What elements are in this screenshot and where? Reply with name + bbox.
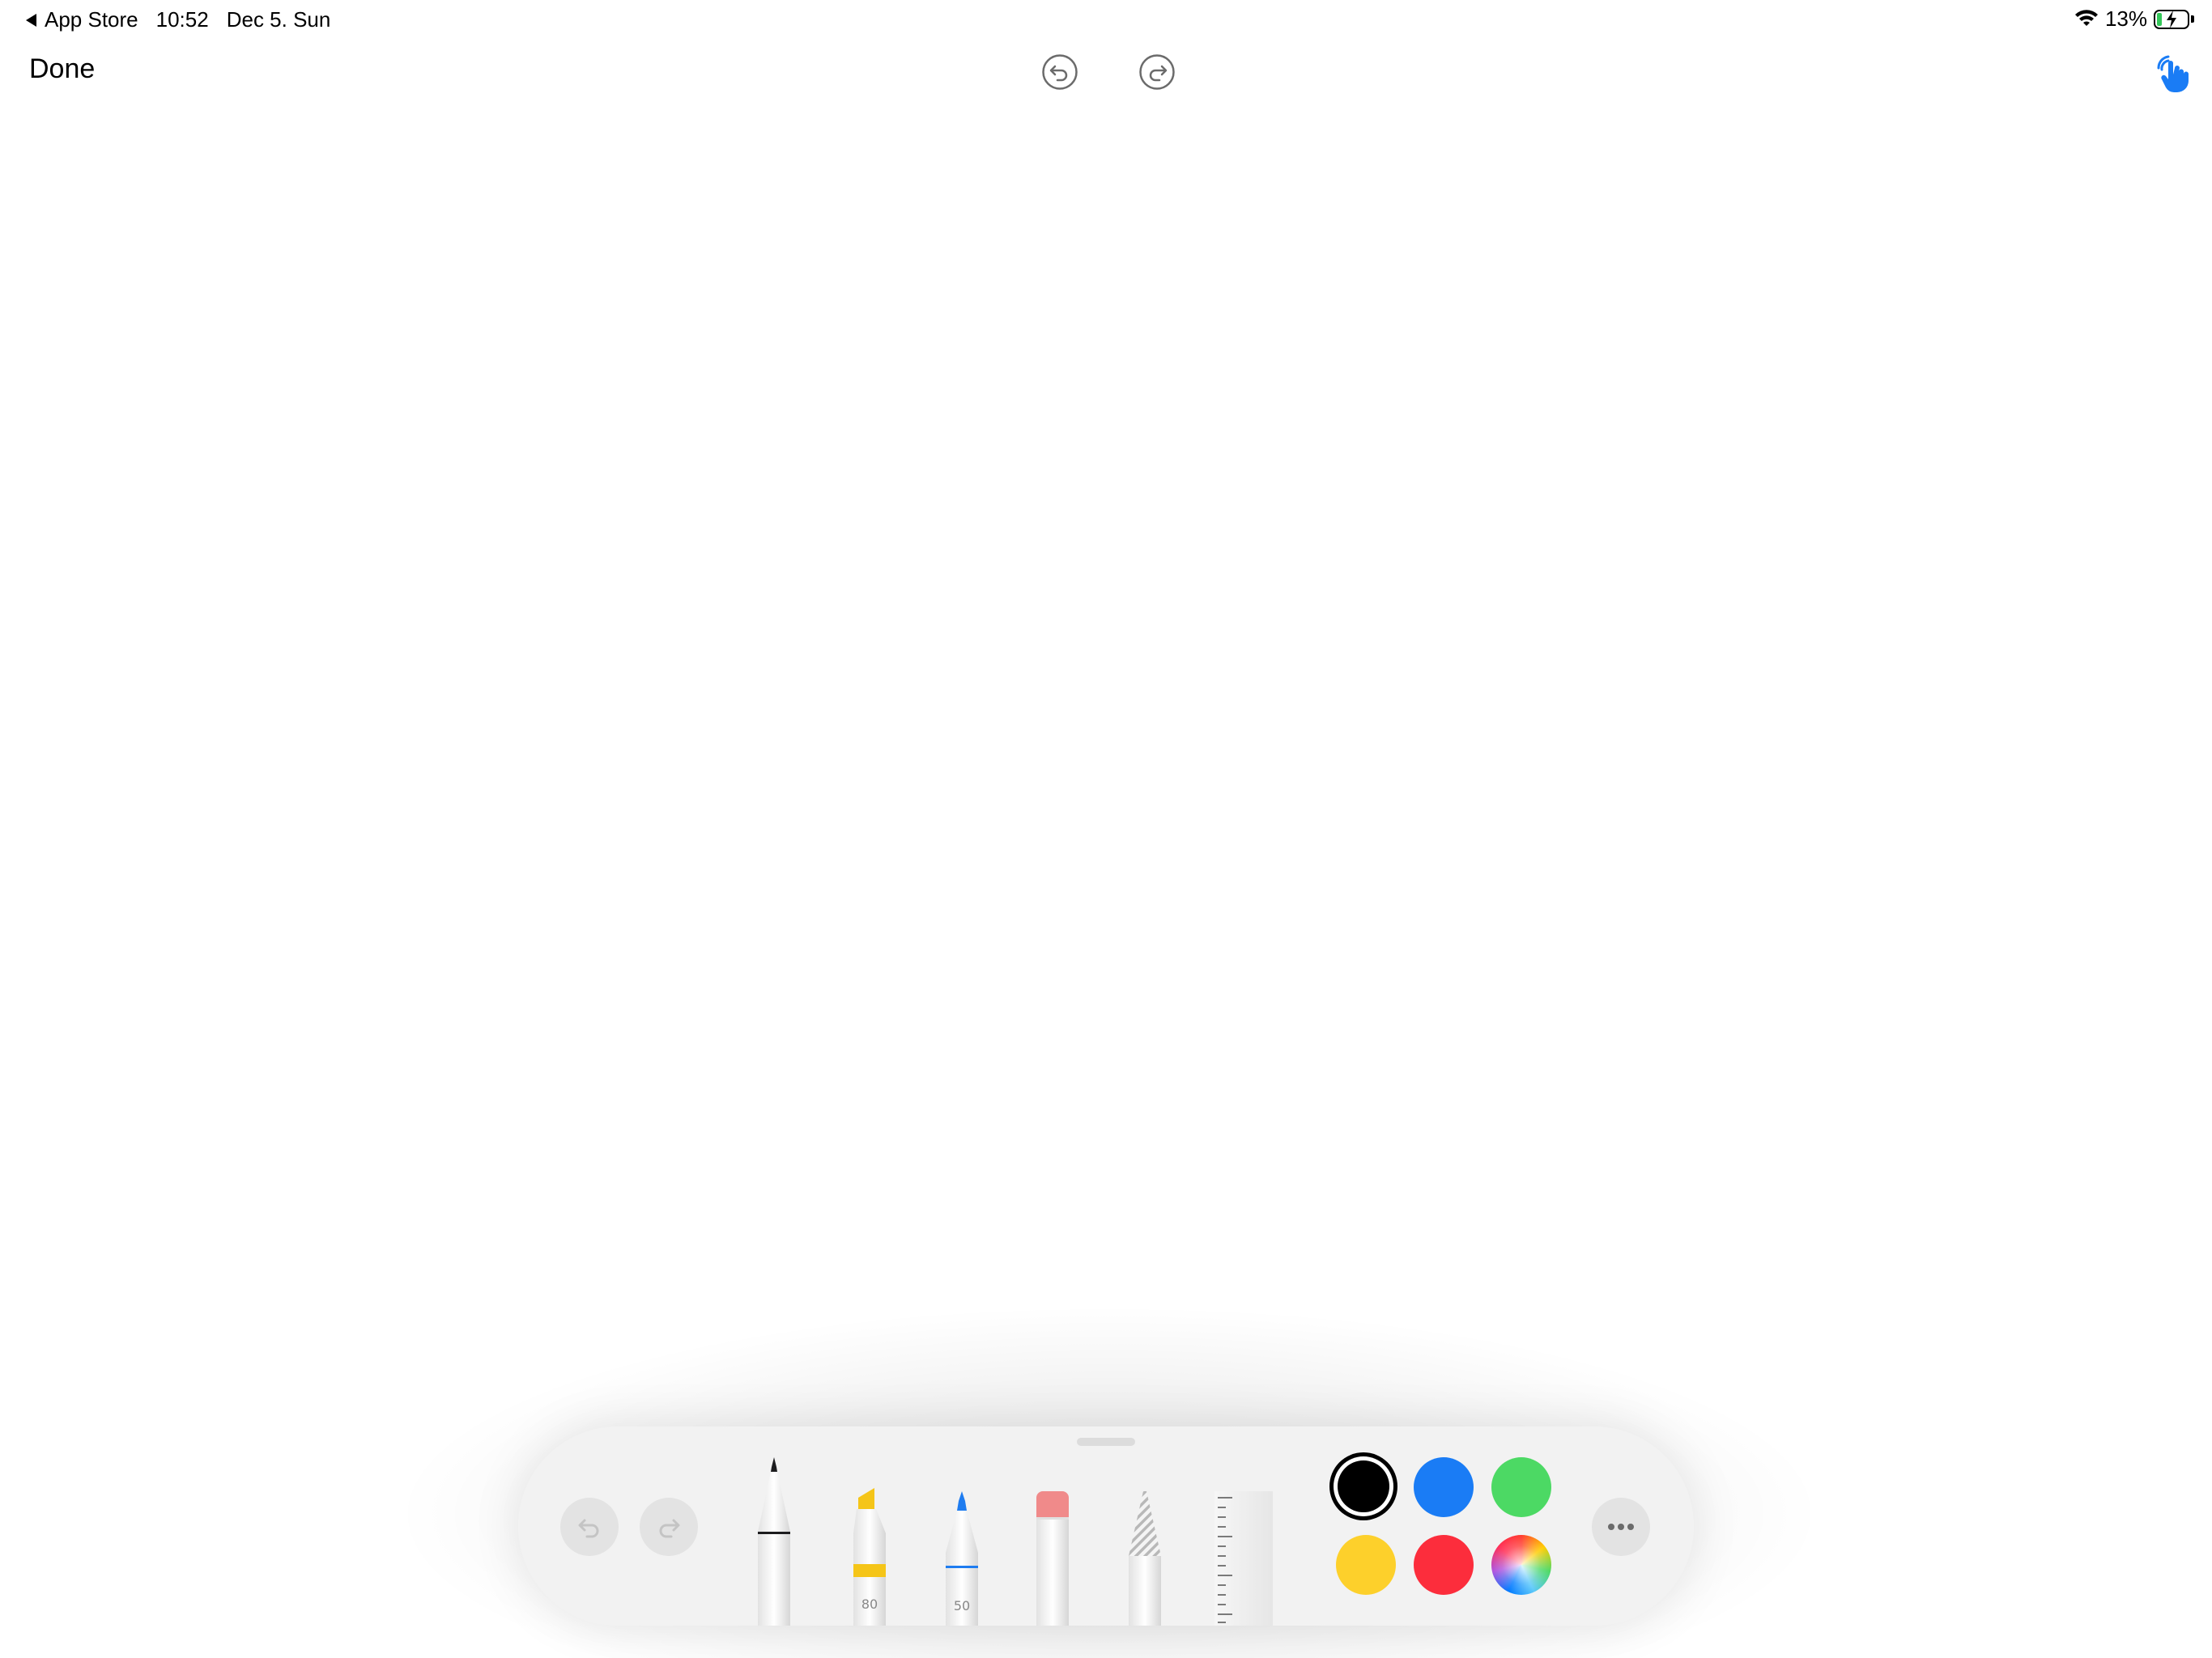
- eraser-icon: [1036, 1491, 1069, 1626]
- back-arrow-icon[interactable]: [26, 13, 36, 27]
- highlighter-width-label: 80: [861, 1596, 878, 1612]
- ruler-tool[interactable]: [1214, 1491, 1273, 1626]
- swatch-red[interactable]: [1414, 1535, 1474, 1595]
- redo-icon: [659, 1519, 680, 1538]
- color-wheel-highlight: [1491, 1535, 1551, 1595]
- undo-icon: [578, 1519, 599, 1538]
- lasso-icon: [1129, 1491, 1161, 1626]
- status-right: 13%: [2074, 6, 2194, 32]
- status-bar: App Store 10:52 Dec 5. Sun 13%: [0, 0, 2212, 39]
- pencil-width-label: 50: [953, 1598, 971, 1613]
- done-button[interactable]: Done: [29, 53, 95, 85]
- tool-palette: 80 50: [518, 1426, 1694, 1626]
- pencil-tool[interactable]: 50: [942, 1491, 981, 1626]
- swatch-multicolor[interactable]: [1491, 1535, 1551, 1595]
- status-date: Dec 5. Sun: [226, 7, 331, 32]
- swatch-yellow[interactable]: [1336, 1535, 1396, 1595]
- markup-screen: App Store 10:52 Dec 5. Sun 13% Done 80 5…: [0, 0, 2212, 1658]
- back-app-label[interactable]: App Store: [45, 7, 138, 32]
- palette-undo-button[interactable]: [560, 1498, 619, 1556]
- swatch-green[interactable]: [1491, 1457, 1551, 1517]
- eraser-tool[interactable]: [1033, 1491, 1072, 1626]
- palette-redo-button[interactable]: [640, 1498, 698, 1556]
- ellipsis-icon: [1608, 1524, 1634, 1530]
- palette-grabber[interactable]: [1077, 1438, 1135, 1446]
- more-button[interactable]: [1592, 1498, 1650, 1556]
- swatch-blue[interactable]: [1414, 1457, 1474, 1517]
- status-time: 10:52: [155, 7, 209, 32]
- battery-nub: [2191, 15, 2194, 23]
- lasso-tool[interactable]: [1125, 1491, 1164, 1626]
- redo-circle-icon[interactable]: [1138, 53, 1176, 91]
- ruler-icon: [1214, 1491, 1273, 1626]
- pen-icon: [758, 1457, 790, 1626]
- battery-percent: 13%: [2104, 6, 2147, 31]
- pen-tool[interactable]: [755, 1457, 793, 1626]
- swatch-black[interactable]: [1338, 1460, 1389, 1512]
- highlighter-tool[interactable]: 80: [849, 1488, 891, 1626]
- undo-circle-icon[interactable]: [1041, 53, 1078, 91]
- hand-touch-icon[interactable]: [2152, 50, 2196, 94]
- status-left: App Store 10:52 Dec 5. Sun: [26, 7, 348, 32]
- battery-charging-icon: [2154, 9, 2189, 29]
- wifi-icon: [2074, 9, 2098, 26]
